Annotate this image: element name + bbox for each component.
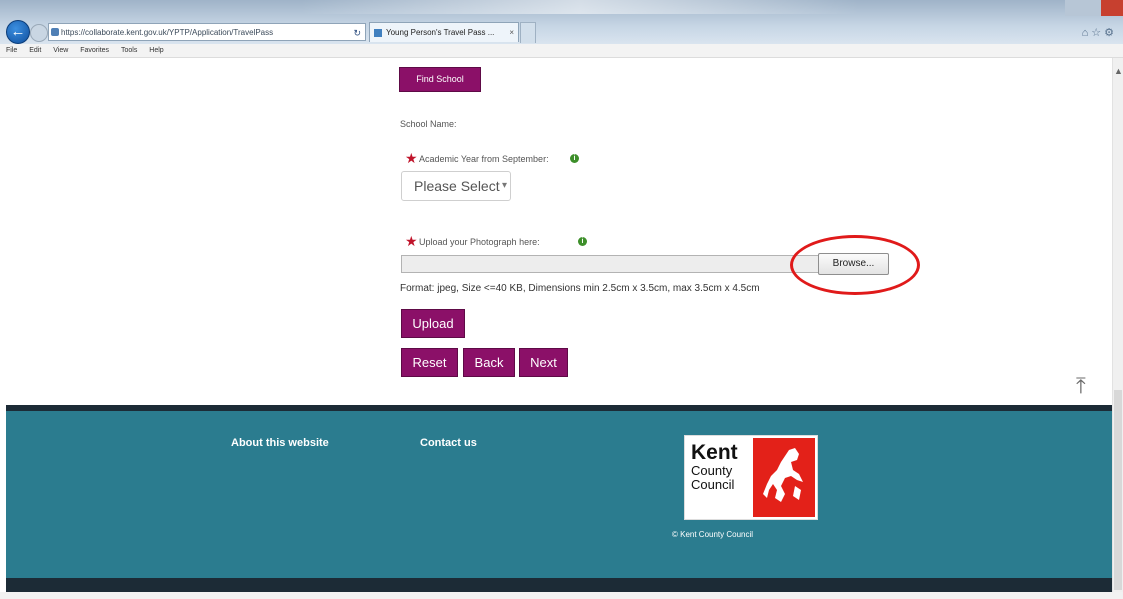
logo-county: County: [691, 463, 733, 478]
logo-council: Council: [691, 477, 735, 492]
academic-year-select[interactable]: Please Select ▾: [401, 171, 511, 201]
tab-title: Young Person's Travel Pass ...: [386, 28, 495, 37]
info-icon[interactable]: i: [570, 154, 579, 163]
lock-icon: [51, 28, 59, 36]
menu-file[interactable]: File: [6, 47, 17, 54]
info-icon[interactable]: i: [578, 237, 587, 246]
browser-forward-button[interactable]: [30, 24, 48, 42]
required-star-icon: ★: [405, 233, 418, 249]
find-school-button[interactable]: Find School: [399, 67, 481, 92]
logo-red-panel: [753, 438, 815, 517]
address-url: https://collaborate.kent.gov.uk/YPTP/App…: [61, 28, 274, 37]
format-hint: Format: jpeg, Size <=40 KB, Dimensions m…: [400, 283, 760, 294]
menu-favorites[interactable]: Favorites: [80, 47, 109, 54]
logo-text: Kent County Council: [691, 442, 751, 492]
logo-kent: Kent: [691, 441, 738, 464]
reset-button[interactable]: Reset: [401, 348, 458, 377]
photo-file-input[interactable]: [401, 255, 889, 273]
title-glow: [300, 0, 860, 14]
back-to-top-icon[interactable]: ⤒: [1076, 375, 1086, 397]
copyright-text: © Kent County Council: [672, 530, 754, 539]
academic-year-selected: Please Select: [414, 178, 500, 194]
new-tab-button[interactable]: [520, 22, 536, 43]
school-name-label: School Name:: [400, 119, 457, 129]
footer-bottom-bar: [6, 578, 1112, 592]
menu-view[interactable]: View: [53, 47, 68, 54]
chevron-down-icon: ▾: [501, 180, 507, 191]
browser-back-button[interactable]: ←: [6, 20, 30, 44]
back-button[interactable]: Back: [463, 348, 515, 377]
scroll-thumb[interactable]: [1114, 390, 1122, 590]
window-controls: [1065, 0, 1123, 16]
menu-bar: File Edit View Favorites Tools Help: [0, 44, 1123, 58]
about-website-link[interactable]: About this website: [231, 437, 329, 449]
browser-tab[interactable]: Young Person's Travel Pass ... ×: [369, 22, 519, 42]
footer: [6, 411, 1112, 578]
tab-close-icon[interactable]: ×: [509, 23, 514, 42]
address-bar[interactable]: https://collaborate.kent.gov.uk/YPTP/App…: [48, 23, 366, 41]
minimize-button[interactable]: [1065, 0, 1083, 16]
browse-button[interactable]: Browse...: [818, 253, 889, 275]
white-horse-icon: [763, 448, 803, 502]
maximize-button[interactable]: [1083, 0, 1101, 16]
kent-county-council-logo[interactable]: Kent County Council: [684, 435, 818, 520]
refresh-icon[interactable]: ↻: [353, 24, 361, 40]
next-button[interactable]: Next: [519, 348, 568, 377]
toolbar-icons[interactable]: ⌂☆⚙: [1082, 26, 1117, 39]
close-window-button[interactable]: [1101, 0, 1123, 16]
required-star-icon: ★: [405, 150, 418, 166]
favicon-icon: [374, 29, 382, 37]
upload-photo-label: Upload your Photograph here:: [419, 237, 540, 247]
menu-edit[interactable]: Edit: [29, 47, 41, 54]
upload-button[interactable]: Upload: [401, 309, 465, 338]
academic-year-label: Academic Year from September:: [419, 154, 549, 164]
menu-tools[interactable]: Tools: [121, 47, 137, 54]
scroll-up-arrow-icon[interactable]: ▲: [1114, 66, 1123, 76]
browser-status-bar: [0, 592, 1123, 599]
browser-title-bar: ← https://collaborate.kent.gov.uk/YPTP/A…: [0, 0, 1123, 44]
contact-us-link[interactable]: Contact us: [420, 437, 477, 449]
menu-help[interactable]: Help: [149, 47, 163, 54]
